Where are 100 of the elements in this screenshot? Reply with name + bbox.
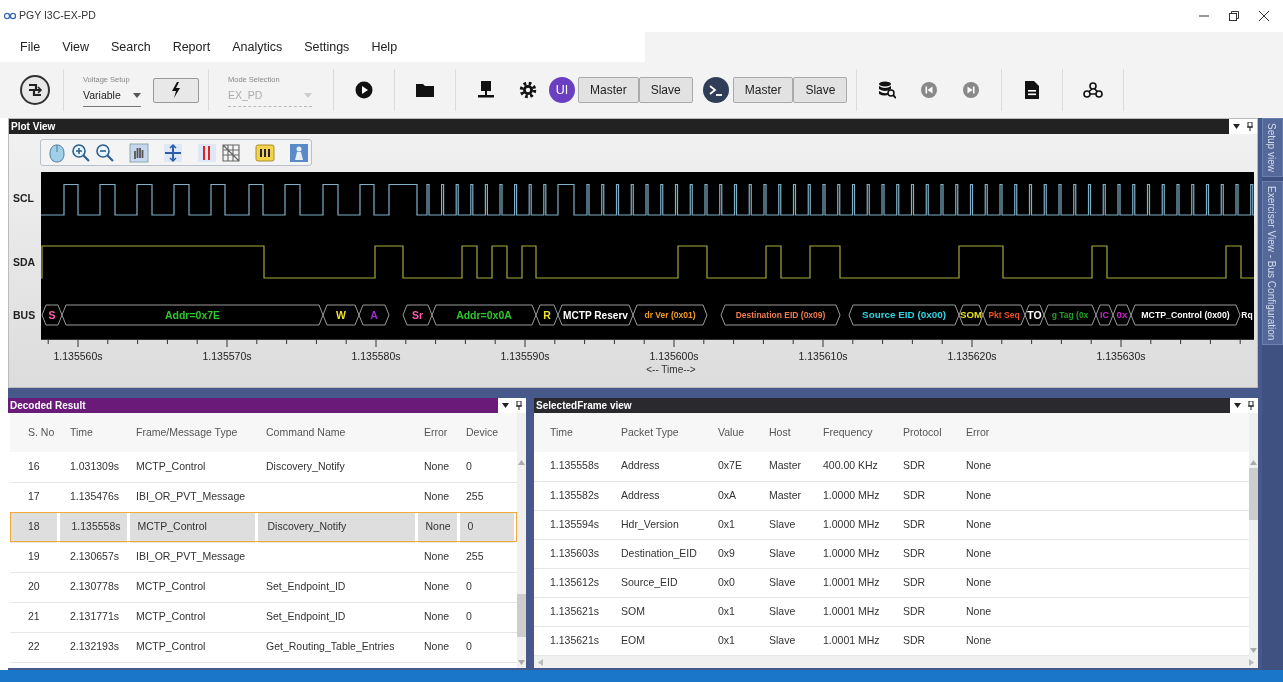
lightning-button[interactable] bbox=[153, 77, 199, 103]
scrollbar[interactable] bbox=[517, 413, 526, 668]
menu-item[interactable]: Analytics bbox=[232, 37, 283, 57]
table-cell: Address bbox=[605, 481, 702, 510]
mode-button[interactable]: Slave bbox=[793, 77, 848, 103]
table-cell: None bbox=[950, 481, 1010, 510]
table-cell: 1.031309s bbox=[58, 452, 128, 482]
menu-item[interactable]: File bbox=[20, 37, 41, 57]
menu-item[interactable]: Search bbox=[111, 37, 151, 57]
table-row[interactable]: 1.135621s SOM 0x1 Slave 1.0001 MHz SDR None bbox=[534, 597, 1249, 626]
column-header[interactable]: Host bbox=[753, 413, 807, 452]
scroll-thumb[interactable] bbox=[1249, 468, 1258, 520]
pin-icon[interactable] bbox=[1247, 122, 1254, 131]
table-cell: 1.135603s bbox=[534, 539, 605, 568]
move-icon[interactable] bbox=[163, 142, 183, 163]
cursor-lines-icon[interactable] bbox=[197, 142, 217, 163]
column-header[interactable]: Packet Type bbox=[605, 413, 702, 452]
column-header[interactable]: Time bbox=[58, 413, 128, 452]
table-cell: SDR bbox=[887, 510, 950, 539]
table-row[interactable]: 1.135594s Hdr_Version 0x1 Slave 1.0000 MHz SDR None bbox=[534, 510, 1249, 539]
table-cell: 0x1 bbox=[702, 510, 753, 539]
column-header[interactable]: Protocol bbox=[887, 413, 950, 452]
table-cell: 1.135558s bbox=[58, 512, 128, 542]
scroll-thumb[interactable] bbox=[517, 594, 526, 637]
caret-icon[interactable] bbox=[1233, 403, 1241, 408]
column-header[interactable]: Error bbox=[950, 413, 1010, 452]
figure-icon[interactable] bbox=[289, 142, 309, 163]
hand-icon[interactable] bbox=[129, 142, 149, 163]
bus-label: SOM bbox=[960, 309, 982, 321]
table-row[interactable]: 1.135612s Source_EID 0x0 Slave 1.0001 MHz SDR None bbox=[534, 568, 1249, 597]
swap-button[interactable] bbox=[20, 75, 50, 105]
table-cell: 1.135558s bbox=[534, 452, 605, 481]
column-header[interactable]: Value bbox=[702, 413, 753, 452]
table-cell: 1.135476s bbox=[58, 482, 128, 512]
column-header[interactable]: Time bbox=[534, 413, 605, 452]
column-header[interactable]: Frame/Message Type bbox=[128, 413, 256, 452]
bus-label: MCTP_Control (0x00) bbox=[1141, 310, 1230, 321]
table-cell: 400.00 KHz bbox=[807, 452, 887, 481]
table-cell: 1.135582s bbox=[534, 481, 605, 510]
table-row[interactable]: 21 2.131771s MCTP_Control Set_Endpoint_ID None 0 bbox=[10, 602, 517, 632]
side-tab[interactable]: Setup view bbox=[1262, 118, 1283, 177]
caret-icon[interactable] bbox=[501, 403, 509, 408]
column-header[interactable]: Error bbox=[416, 413, 458, 452]
table-row[interactable]: 19 2.130657s IBI_OR_PVT_Message None 255 bbox=[10, 542, 517, 572]
menu-item[interactable]: Report bbox=[172, 37, 211, 57]
table-row[interactable]: 20 2.130778s MCTP_Control Set_Endpoint_ID None 0 bbox=[10, 572, 517, 602]
table-cell: EOM bbox=[605, 626, 702, 655]
menu-item[interactable]: View bbox=[62, 37, 90, 57]
table-cell: SDR bbox=[887, 568, 950, 597]
table-cell: 0x9 bbox=[702, 539, 753, 568]
table-cell: None bbox=[416, 542, 458, 572]
voltage-select[interactable]: Variable bbox=[83, 84, 141, 107]
zoom-out-icon[interactable] bbox=[95, 142, 115, 163]
pointer-icon[interactable] bbox=[47, 142, 67, 163]
table-cell: Address bbox=[605, 452, 702, 481]
grid-icon[interactable] bbox=[221, 142, 241, 163]
scrollbar[interactable] bbox=[1249, 413, 1258, 656]
table-cell: 0xA bbox=[702, 481, 753, 510]
table-row[interactable]: 1.135558s Address 0x7E Master 400.00 KHz SDR None bbox=[534, 452, 1249, 481]
column-header[interactable]: Frequency bbox=[807, 413, 887, 452]
pin-icon[interactable] bbox=[1248, 401, 1255, 410]
bus-label: S bbox=[48, 308, 56, 321]
column-header[interactable]: Device bbox=[458, 413, 515, 452]
tick-label: 1.135560s bbox=[53, 350, 103, 362]
table-row[interactable]: 1.135582s Address 0xA Master 1.0000 MHz SDR None bbox=[534, 481, 1249, 510]
table-cell: SDR bbox=[887, 597, 950, 626]
mode-button[interactable]: Master bbox=[732, 77, 794, 103]
tick-label: 1.135630s bbox=[1096, 350, 1146, 362]
mode-button[interactable]: Master bbox=[578, 77, 639, 103]
terminal-icon[interactable] bbox=[702, 77, 729, 103]
zoom-in-icon[interactable] bbox=[71, 142, 91, 163]
column-header[interactable]: Command Name bbox=[256, 413, 416, 452]
menu-item[interactable]: Help bbox=[371, 37, 398, 57]
table-cell: IBI_OR_PVT_Message bbox=[128, 482, 256, 512]
table-cell: 1.135621s bbox=[534, 597, 605, 626]
binary-icon[interactable] bbox=[255, 142, 275, 163]
side-tab[interactable]: Exerciser View - Bus Configuration bbox=[1262, 180, 1283, 346]
bus-label: W bbox=[336, 308, 346, 321]
table-row[interactable]: 1.135603s Destination_EID 0x9 Slave 1.0000 MHz SDR None bbox=[534, 539, 1249, 568]
table-row[interactable]: 16 1.031309s MCTP_Control Discovery_Notify None 0 bbox=[10, 452, 517, 482]
table-cell: 0 bbox=[458, 632, 515, 662]
table-row[interactable]: 18 1.135558s MCTP_Control Discovery_Notify None 0 bbox=[10, 512, 517, 542]
table-cell: Discovery_Notify bbox=[256, 512, 416, 542]
table-cell: Slave bbox=[753, 539, 807, 568]
user-badge[interactable]: UI bbox=[549, 77, 575, 103]
bus-label: Source EID (0x00) bbox=[862, 309, 946, 321]
bus-label: dr Ver (0x01) bbox=[644, 310, 696, 320]
caret-icon[interactable] bbox=[1232, 124, 1240, 129]
table-cell: Master bbox=[753, 481, 807, 510]
table-cell: 0x1 bbox=[702, 626, 753, 655]
window-title: PGY I3C-EX-PD bbox=[19, 8, 96, 24]
table-cell: SDR bbox=[887, 481, 950, 510]
table-row[interactable]: 1.135621s EOM 0x1 Slave 1.0001 MHz SDR None bbox=[534, 626, 1249, 655]
table-cell: SOM bbox=[605, 597, 702, 626]
signal-label: SCL bbox=[13, 192, 34, 204]
pin-icon[interactable] bbox=[516, 401, 523, 410]
table-row[interactable]: 22 2.132193s MCTP_Control Get_Routing_Table_Entries None 0 bbox=[10, 632, 517, 662]
column-header[interactable]: S. No bbox=[10, 413, 58, 452]
menu-item[interactable]: Settings bbox=[304, 37, 350, 57]
mode-button[interactable]: Slave bbox=[638, 77, 693, 103]
